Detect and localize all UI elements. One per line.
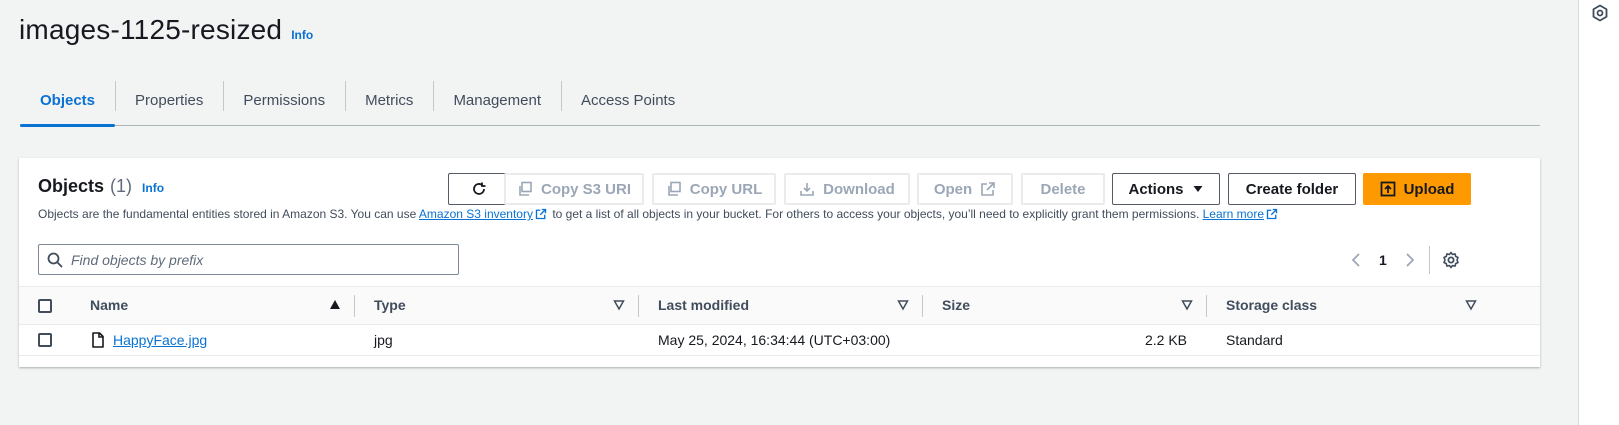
- select-all-checkbox[interactable]: [38, 299, 52, 313]
- sort-asc-icon[interactable]: [329, 299, 341, 311]
- copy-s3-uri-button[interactable]: Copy S3 URI: [504, 173, 644, 205]
- objects-panel-header: Objects (1) Info: [38, 176, 164, 197]
- chevron-left-icon[interactable]: [1349, 252, 1365, 268]
- chevron-right-icon[interactable]: [1401, 252, 1417, 268]
- refresh-button[interactable]: [448, 173, 510, 205]
- help-panel-icon[interactable]: [1591, 4, 1609, 22]
- bucket-info-link[interactable]: Info: [291, 28, 313, 42]
- download-button[interactable]: Download: [784, 173, 910, 205]
- column-header-last-modified[interactable]: Last modified: [658, 297, 749, 313]
- column-resizer[interactable]: [354, 295, 355, 317]
- sort-desc-icon[interactable]: [897, 299, 909, 311]
- external-link-icon: [535, 208, 547, 220]
- external-link-icon: [981, 182, 995, 196]
- sort-desc-icon[interactable]: [1465, 299, 1477, 311]
- current-page[interactable]: 1: [1379, 252, 1387, 268]
- pagination-divider: [1428, 246, 1430, 274]
- objects-description: Objects are the fundamental entities sto…: [38, 207, 1280, 221]
- bucket-tabs: Objects Properties Permissions Metrics M…: [20, 76, 1540, 127]
- column-resizer[interactable]: [922, 295, 923, 317]
- objects-info-link[interactable]: Info: [142, 181, 164, 195]
- upload-icon: [1380, 181, 1395, 197]
- objects-panel: Objects (1) Info Copy S3 URI Copy URL Do…: [19, 158, 1540, 367]
- upload-button[interactable]: Upload: [1363, 173, 1471, 205]
- create-folder-button[interactable]: Create folder: [1228, 173, 1356, 205]
- search-box: [38, 244, 459, 275]
- row-checkbox[interactable]: [38, 333, 52, 347]
- download-icon: [800, 183, 814, 196]
- refresh-icon: [473, 182, 486, 195]
- column-resizer[interactable]: [638, 295, 639, 317]
- help-panel-rail: [1578, 0, 1619, 425]
- object-type: jpg: [374, 332, 393, 348]
- search-icon: [47, 252, 63, 268]
- table-row[interactable]: HappyFace.jpg jpg May 25, 2024, 16:34:44…: [19, 325, 1540, 356]
- copy-url-label: Copy URL: [689, 180, 763, 198]
- column-header-type[interactable]: Type: [374, 297, 406, 313]
- delete-button[interactable]: Delete: [1021, 173, 1105, 205]
- tab-permissions[interactable]: Permissions: [223, 76, 345, 125]
- s3-inventory-link[interactable]: Amazon S3 inventory: [419, 207, 533, 221]
- pagination: 1: [1349, 246, 1460, 274]
- open-button[interactable]: Open: [917, 173, 1013, 205]
- bucket-title: images-1125-resized: [19, 14, 283, 45]
- sort-desc-icon[interactable]: [1181, 299, 1193, 311]
- table-header: Name Type Last modified Size Storage cla…: [19, 286, 1540, 325]
- object-last-modified: May 25, 2024, 16:34:44 (UTC+03:00): [658, 332, 891, 348]
- objects-count: (1): [110, 176, 133, 196]
- download-label: Download: [823, 180, 895, 198]
- objects-panel-title: Objects: [38, 176, 105, 196]
- column-resizer[interactable]: [1206, 295, 1207, 317]
- column-header-name[interactable]: Name: [90, 297, 128, 313]
- object-storage-class: Standard: [1226, 332, 1283, 348]
- caret-down-icon: [1193, 186, 1202, 192]
- file-icon: [92, 332, 104, 348]
- object-size: 2.2 KB: [1144, 332, 1187, 348]
- settings-icon[interactable]: [1442, 251, 1460, 269]
- tab-objects[interactable]: Objects: [20, 76, 116, 127]
- copy-icon: [667, 181, 681, 196]
- learn-more-link[interactable]: Learn more: [1203, 207, 1264, 221]
- actions-label: Actions: [1128, 180, 1184, 198]
- page-header: images-1125-resized Info: [19, 14, 313, 46]
- sort-desc-icon[interactable]: [613, 299, 625, 311]
- copy-icon: [519, 181, 532, 196]
- column-header-storage-class[interactable]: Storage class: [1226, 297, 1317, 313]
- open-label: Open: [933, 180, 973, 198]
- tab-metrics[interactable]: Metrics: [345, 76, 433, 125]
- tab-properties[interactable]: Properties: [115, 76, 223, 125]
- tab-management[interactable]: Management: [433, 76, 561, 125]
- column-header-size[interactable]: Size: [942, 297, 970, 313]
- search-input[interactable]: [71, 251, 451, 268]
- copy-s3-uri-label: Copy S3 URI: [540, 180, 631, 198]
- description-text-1: Objects are the fundamental entities sto…: [38, 207, 419, 221]
- main-content: images-1125-resized Info Objects Propert…: [0, 0, 1578, 425]
- upload-label: Upload: [1403, 180, 1455, 198]
- delete-label: Delete: [1040, 180, 1086, 198]
- description-text-2: to get a list of all objects in your buc…: [548, 207, 1203, 221]
- actions-dropdown-button[interactable]: Actions: [1112, 173, 1220, 205]
- object-name-link[interactable]: HappyFace.jpg: [113, 332, 207, 348]
- copy-url-button[interactable]: Copy URL: [652, 173, 776, 205]
- tab-access-points[interactable]: Access Points: [561, 76, 695, 125]
- create-folder-label: Create folder: [1245, 180, 1339, 198]
- external-link-icon: [1266, 208, 1278, 220]
